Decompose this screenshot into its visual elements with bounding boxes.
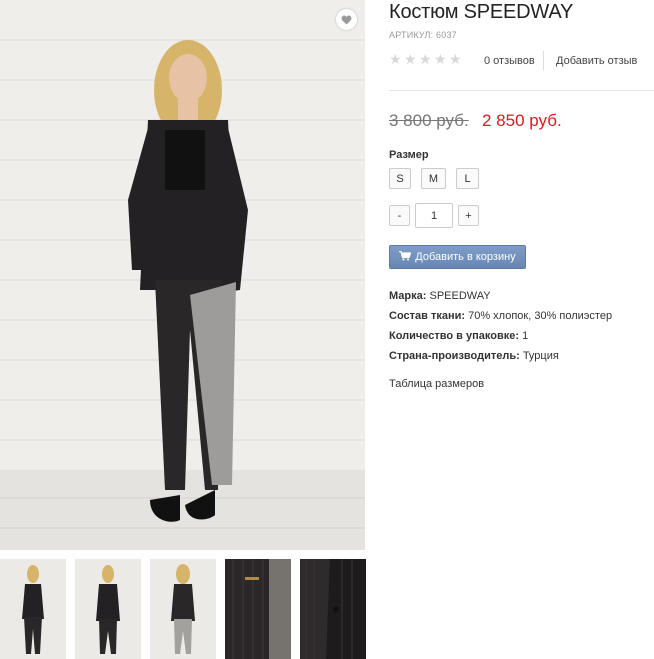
thumbnail-2[interactable] bbox=[75, 559, 141, 659]
property-key: Количество в упаковке: bbox=[389, 330, 519, 342]
star-icon[interactable]: ★ bbox=[419, 53, 432, 67]
cart-icon bbox=[399, 250, 412, 264]
size-option-l[interactable]: L bbox=[456, 168, 479, 189]
old-price: 3 800 руб. bbox=[389, 111, 469, 130]
new-price: 2 850 руб. bbox=[482, 111, 562, 130]
thumbnail-strip bbox=[0, 559, 368, 659]
property-value: Турция bbox=[522, 350, 559, 362]
star-icon[interactable]: ★ bbox=[449, 53, 462, 67]
property-row: Марка: SPEEDWAY bbox=[389, 290, 612, 310]
product-properties: Марка: SPEEDWAY Состав ткани: 70% хлопок… bbox=[389, 290, 612, 370]
size-selector: S M L bbox=[389, 168, 479, 189]
property-value: 70% хлопок, 30% полиэстер bbox=[468, 310, 613, 322]
property-row: Страна-производитель: Турция bbox=[389, 350, 612, 370]
reviews-link[interactable]: 0 отзывов bbox=[484, 55, 535, 67]
property-row: Состав ткани: 70% хлопок, 30% полиэстер bbox=[389, 310, 612, 330]
main-product-image[interactable] bbox=[0, 0, 365, 550]
star-icon[interactable]: ★ bbox=[404, 53, 417, 67]
divider bbox=[543, 51, 544, 70]
thumbnail-5[interactable] bbox=[300, 559, 366, 659]
add-review-link[interactable]: Добавить отзыв bbox=[556, 55, 637, 67]
thumbnail-1[interactable] bbox=[0, 559, 66, 659]
heart-icon bbox=[341, 14, 352, 25]
add-to-cart-label: Добавить в корзину bbox=[415, 251, 516, 263]
property-row: Количество в упаковке: 1 bbox=[389, 330, 612, 350]
size-table-link[interactable]: Таблица размеров bbox=[389, 378, 484, 390]
property-key: Состав ткани: bbox=[389, 310, 466, 322]
property-value: SPEEDWAY bbox=[429, 290, 491, 302]
size-option-s[interactable]: S bbox=[389, 168, 411, 189]
size-label: Размер bbox=[389, 149, 429, 161]
product-title: Костюм SPEEDWAY bbox=[389, 1, 574, 23]
size-option-m[interactable]: M bbox=[421, 168, 446, 189]
property-value: 1 bbox=[522, 330, 529, 342]
quantity-stepper: - + bbox=[389, 203, 479, 228]
rating-stars[interactable]: ★ ★ ★ ★ ★ bbox=[389, 53, 462, 67]
quantity-plus-button[interactable]: + bbox=[458, 205, 479, 226]
property-key: Марка: bbox=[389, 290, 427, 302]
quantity-minus-button[interactable]: - bbox=[389, 205, 410, 226]
star-icon[interactable]: ★ bbox=[389, 53, 402, 67]
thumbnail-4[interactable] bbox=[225, 559, 291, 659]
favorite-button[interactable] bbox=[336, 9, 357, 30]
star-icon[interactable]: ★ bbox=[434, 53, 447, 67]
property-key: Страна-производитель: bbox=[389, 350, 520, 362]
divider bbox=[389, 90, 654, 91]
product-sku: АРТИКУЛ: 6037 bbox=[389, 30, 457, 40]
add-to-cart-button[interactable]: Добавить в корзину bbox=[389, 245, 526, 269]
quantity-input[interactable] bbox=[415, 203, 453, 228]
thumbnail-3[interactable] bbox=[150, 559, 216, 659]
